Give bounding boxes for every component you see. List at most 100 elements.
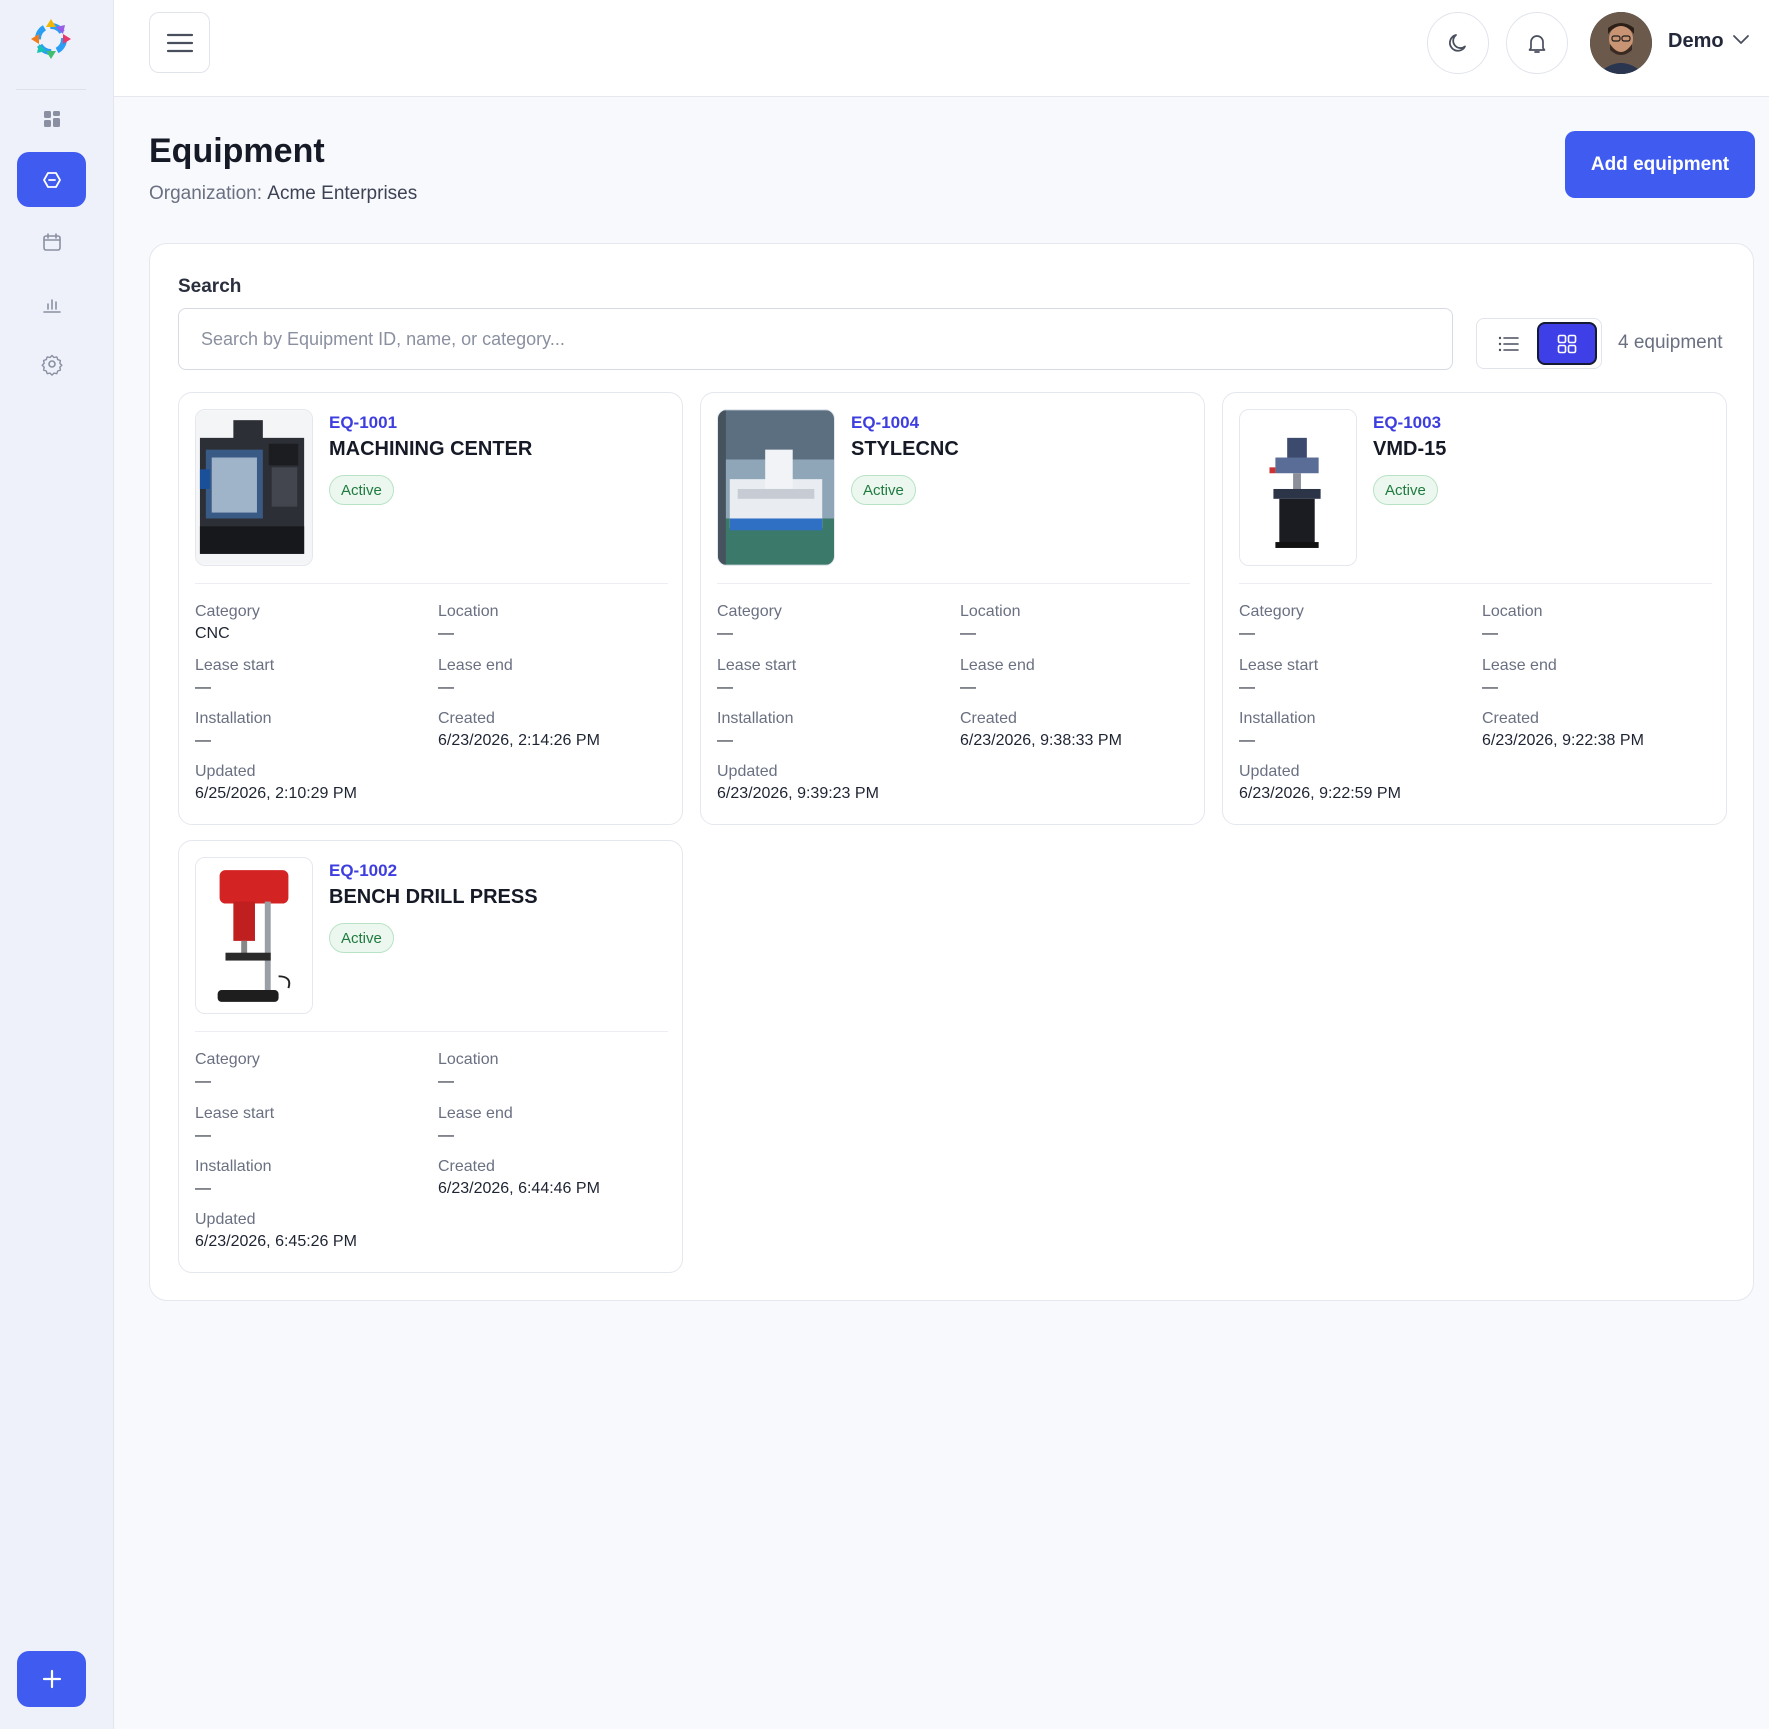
field-updated: Updated 6/23/2026, 6:45:26 PM: [195, 1209, 425, 1253]
field-label: Lease end: [438, 657, 513, 674]
settings-icon: [41, 354, 62, 376]
equipment-card[interactable]: EQ-1002 BENCH DRILL PRESS Active Categor…: [178, 840, 683, 1273]
search-input[interactable]: [178, 308, 1453, 370]
field-label: Created: [960, 710, 1017, 727]
equipment-count: 4 equipment: [1618, 332, 1723, 353]
card-divider: [1239, 583, 1712, 584]
bell-icon: [1528, 35, 1546, 53]
organization-label: Organization:: [149, 183, 263, 204]
field-label: Category: [1239, 603, 1304, 620]
field-label: Category: [195, 1051, 260, 1068]
notifications-button[interactable]: [1506, 12, 1568, 74]
field-installation: Installation —: [717, 708, 947, 752]
theme-toggle-button[interactable]: [1427, 12, 1489, 74]
field-value: —: [960, 679, 976, 696]
field-category: Category —: [195, 1049, 425, 1093]
field-label: Location: [438, 1051, 499, 1068]
field-label: Installation: [717, 710, 794, 727]
chevron-down-icon[interactable]: [1732, 32, 1750, 50]
equipment-id-link[interactable]: EQ-1002: [329, 861, 397, 881]
field-updated: Updated 6/25/2026, 2:10:29 PM: [195, 761, 425, 805]
page-title: Equipment: [149, 132, 325, 170]
status-badge: Active: [851, 475, 916, 505]
avatar-photo: [1590, 12, 1652, 74]
field-value: —: [438, 625, 454, 642]
field-label: Updated: [195, 763, 256, 780]
equipment-image: [717, 409, 835, 566]
equipment-name: STYLECNC: [851, 438, 959, 460]
field-label: Location: [438, 603, 499, 620]
field-location: Location —: [438, 1049, 668, 1093]
equipment-card[interactable]: EQ-1001 MACHINING CENTER Active Category…: [178, 392, 683, 825]
user-name[interactable]: Demo: [1668, 30, 1724, 53]
equipment-card[interactable]: EQ-1003 VMD-15 Active Category — Locatio…: [1222, 392, 1727, 825]
field-value: 6/23/2026, 2:14:26 PM: [438, 732, 600, 749]
equipment-id-link[interactable]: EQ-1001: [329, 413, 397, 433]
field-value: 6/23/2026, 9:39:23 PM: [717, 785, 879, 802]
equipment-panel: Search 4 equipment: [149, 243, 1754, 1301]
list-view-button[interactable]: [1481, 322, 1537, 365]
field-lease-end: Lease end —: [960, 655, 1190, 699]
add-equipment-button[interactable]: Add equipment: [1565, 131, 1755, 198]
field-value: 6/25/2026, 2:10:29 PM: [195, 785, 357, 802]
field-label: Updated: [717, 763, 778, 780]
field-lease-end: Lease end —: [438, 1103, 668, 1147]
field-created: Created 6/23/2026, 2:14:26 PM: [438, 708, 668, 752]
field-location: Location —: [960, 601, 1190, 645]
field-lease-start: Lease start —: [195, 1103, 425, 1147]
field-value: —: [717, 625, 733, 642]
field-updated: Updated 6/23/2026, 9:22:59 PM: [1239, 761, 1469, 805]
field-lease-end: Lease end —: [1482, 655, 1712, 699]
grid-view-button[interactable]: [1537, 322, 1597, 365]
field-label: Lease end: [1482, 657, 1557, 674]
field-value: —: [717, 679, 733, 696]
status-badge: Active: [329, 923, 394, 953]
field-installation: Installation —: [195, 1156, 425, 1200]
user-avatar[interactable]: [1590, 12, 1652, 74]
field-value: 6/23/2026, 9:22:38 PM: [1482, 732, 1644, 749]
field-label: Location: [1482, 603, 1543, 620]
bar-chart-icon: [42, 298, 61, 313]
field-label: Updated: [195, 1211, 256, 1228]
search-label: Search: [178, 276, 242, 297]
field-value: —: [960, 625, 976, 642]
equipment-id-link[interactable]: EQ-1004: [851, 413, 919, 433]
field-value: —: [195, 1180, 211, 1197]
field-value: 6/23/2026, 9:38:33 PM: [960, 732, 1122, 749]
field-installation: Installation —: [1239, 708, 1469, 752]
app-logo[interactable]: [27, 15, 75, 63]
field-value: —: [438, 1127, 454, 1144]
calendar-icon: [42, 232, 61, 251]
equipment-name: VMD-15: [1373, 438, 1447, 460]
field-category: Category —: [1239, 601, 1469, 645]
sidebar-item-reports[interactable]: [17, 276, 86, 331]
plus-icon: [42, 1669, 61, 1689]
field-label: Lease start: [717, 657, 797, 674]
equipment-card[interactable]: EQ-1004 STYLECNC Active Category — Locat…: [700, 392, 1205, 825]
moon-icon: [1449, 34, 1466, 52]
field-value: —: [438, 679, 454, 696]
field-label: Location: [960, 603, 1021, 620]
equipment-name: BENCH DRILL PRESS: [329, 886, 538, 908]
field-value: CNC: [195, 625, 230, 642]
field-value: —: [1239, 625, 1255, 642]
equipment-id-link[interactable]: EQ-1003: [1373, 413, 1441, 433]
field-label: Created: [438, 710, 495, 727]
field-lease-start: Lease start —: [1239, 655, 1469, 699]
field-value: —: [717, 732, 733, 749]
card-divider: [195, 583, 668, 584]
topbar: Demo: [114, 0, 1769, 97]
sidebar-item-dashboard[interactable]: [17, 91, 86, 146]
grid-view-icon: [1557, 334, 1577, 353]
status-badge: Active: [329, 475, 394, 505]
field-updated: Updated 6/23/2026, 9:39:23 PM: [717, 761, 947, 805]
field-value: —: [1239, 679, 1255, 696]
status-badge: Active: [1373, 475, 1438, 505]
sidebar-add-button[interactable]: [17, 1651, 86, 1707]
field-created: Created 6/23/2026, 9:22:38 PM: [1482, 708, 1712, 752]
sidebar-item-equipment[interactable]: [17, 152, 86, 207]
menu-toggle-button[interactable]: [149, 12, 210, 73]
sidebar-item-settings[interactable]: [17, 336, 86, 391]
sidebar-item-calendar[interactable]: [17, 214, 86, 269]
organization-line: Organization: Acme Enterprises: [149, 183, 417, 205]
